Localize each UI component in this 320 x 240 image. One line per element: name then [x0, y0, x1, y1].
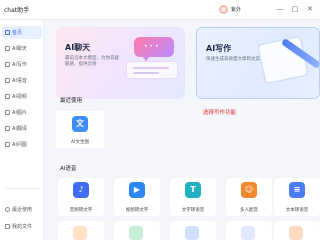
avatar[interactable] [219, 5, 228, 14]
sidebar-item-ai-voice[interactable]: AI语音 [2, 74, 42, 87]
sidebar-item-my-files[interactable]: 我的文件 [2, 220, 42, 233]
close-icon[interactable]: ✕ [305, 4, 315, 14]
tool-card-partial[interactable] [226, 221, 272, 240]
banner-title: AI写作 [206, 44, 232, 53]
sidebar-item-label: AI问图 [12, 142, 27, 148]
sidebar-item-label: AI语音 [12, 78, 27, 84]
chat-icon [5, 46, 10, 51]
tool-card-partial[interactable] [170, 221, 216, 240]
ai-write-banner[interactable]: AI写作 快速生成高质量文章和文案 [196, 27, 320, 99]
banner-description: 快速生成高质量文章和文案 [206, 57, 260, 62]
minimize-icon[interactable]: — [275, 4, 285, 14]
title-bar: chat助手 紫外 — □ ✕ [0, 0, 320, 20]
tile-label: 视频转文字 [125, 208, 149, 213]
sidebar-item-ai-video[interactable]: AI视频 [2, 90, 42, 103]
sidebar-item-recent[interactable]: 最近使用 [2, 203, 42, 216]
tool-card-partial[interactable] [58, 221, 104, 240]
write-icon [5, 62, 10, 67]
typing-dots-icon: ••• [144, 43, 161, 50]
sidebar-item-label: 首页 [12, 30, 23, 36]
home-icon [5, 30, 10, 35]
tool-card-partial[interactable] [274, 221, 320, 240]
tile-label: 音频转文字 [69, 208, 93, 213]
chat-card-illustration [126, 61, 178, 79]
sidebar-item-label: 最近使用 [12, 207, 33, 213]
tool-audio-to-text[interactable]: ♪ 音频转文字 [58, 178, 104, 216]
tile-label: 文本转语音 [285, 208, 309, 213]
tool-icon-partial [241, 226, 255, 240]
text-to-speech-icon: T [185, 182, 201, 198]
sidebar-item-ai-image[interactable]: AI图片 [2, 106, 42, 119]
app-title: chat助手 [4, 7, 30, 14]
user-name[interactable]: 紫外 [231, 6, 241, 13]
tool-icon-partial [73, 226, 87, 240]
image-question-icon [5, 142, 10, 147]
tool-text-audio[interactable]: ≡ 文本转语音 [274, 178, 320, 216]
audio-to-text-icon: ♪ [73, 182, 89, 198]
sidebar-item-ai-write[interactable]: AI写作 [2, 58, 42, 71]
sidebar-item-home[interactable]: 首页 [2, 26, 42, 39]
recent-item-text-to-image[interactable]: 文 AI文生图 [56, 111, 104, 148]
sidebar-item-ai-translate[interactable]: AI翻译 [2, 122, 42, 135]
sidebar-divider [4, 188, 40, 189]
text-audio-icon: ≡ [289, 182, 305, 198]
sidebar: 首页 AI聊天 AI写作 AI语音 AI视频 AI图片 AI翻译 AI问图 最近… [0, 20, 44, 240]
sidebar-item-ai-image-question[interactable]: AI问图 [2, 138, 42, 151]
sidebar-item-ai-chat[interactable]: AI聊天 [2, 42, 42, 55]
tile-label: AI文生图 [71, 140, 89, 145]
tool-card-partial[interactable] [114, 221, 160, 240]
annotation-text: 选择写作功能 [203, 110, 237, 116]
tile-label: 文字转语音 [181, 208, 205, 213]
tile-label: 多人配音 [240, 208, 258, 213]
tool-icon-partial [185, 226, 199, 240]
tool-video-to-text[interactable]: ▶ 视频转文字 [114, 178, 160, 216]
text-to-image-icon: 文 [72, 116, 88, 132]
recent-section-title: 最近使用 [60, 98, 83, 104]
folder-icon [5, 224, 10, 229]
sidebar-item-label: AI翻译 [12, 126, 27, 132]
sidebar-item-label: AI图片 [12, 110, 27, 116]
sidebar-item-label: AI视频 [12, 94, 27, 100]
banner-description: 最前沿本大模型，为你答疑解惑、提供灵感 [65, 56, 119, 67]
voice-icon [5, 78, 10, 83]
tool-multi-dubbing[interactable]: ☺ 多人配音 [226, 178, 272, 216]
tool-icon-partial [289, 226, 303, 240]
ai-chat-banner[interactable]: AI聊天 最前沿本大模型，为你答疑解惑、提供灵感 ••• [56, 27, 185, 99]
tool-icon-partial [129, 226, 143, 240]
image-icon [5, 110, 10, 115]
sidebar-item-label: AI聊天 [12, 46, 27, 52]
maximize-icon[interactable]: □ [290, 4, 300, 14]
translate-icon [5, 126, 10, 131]
multi-dubbing-icon: ☺ [241, 182, 257, 198]
clock-icon [5, 207, 10, 212]
video-icon [5, 94, 10, 99]
voice-section-title: AI语音 [60, 166, 77, 172]
sidebar-item-label: AI写作 [12, 62, 27, 68]
tool-text-to-speech[interactable]: T 文字转语音 [170, 178, 216, 216]
banner-title: AI聊天 [65, 43, 91, 52]
sidebar-item-label: 我的文件 [12, 224, 33, 230]
video-to-text-icon: ▶ [129, 182, 145, 198]
